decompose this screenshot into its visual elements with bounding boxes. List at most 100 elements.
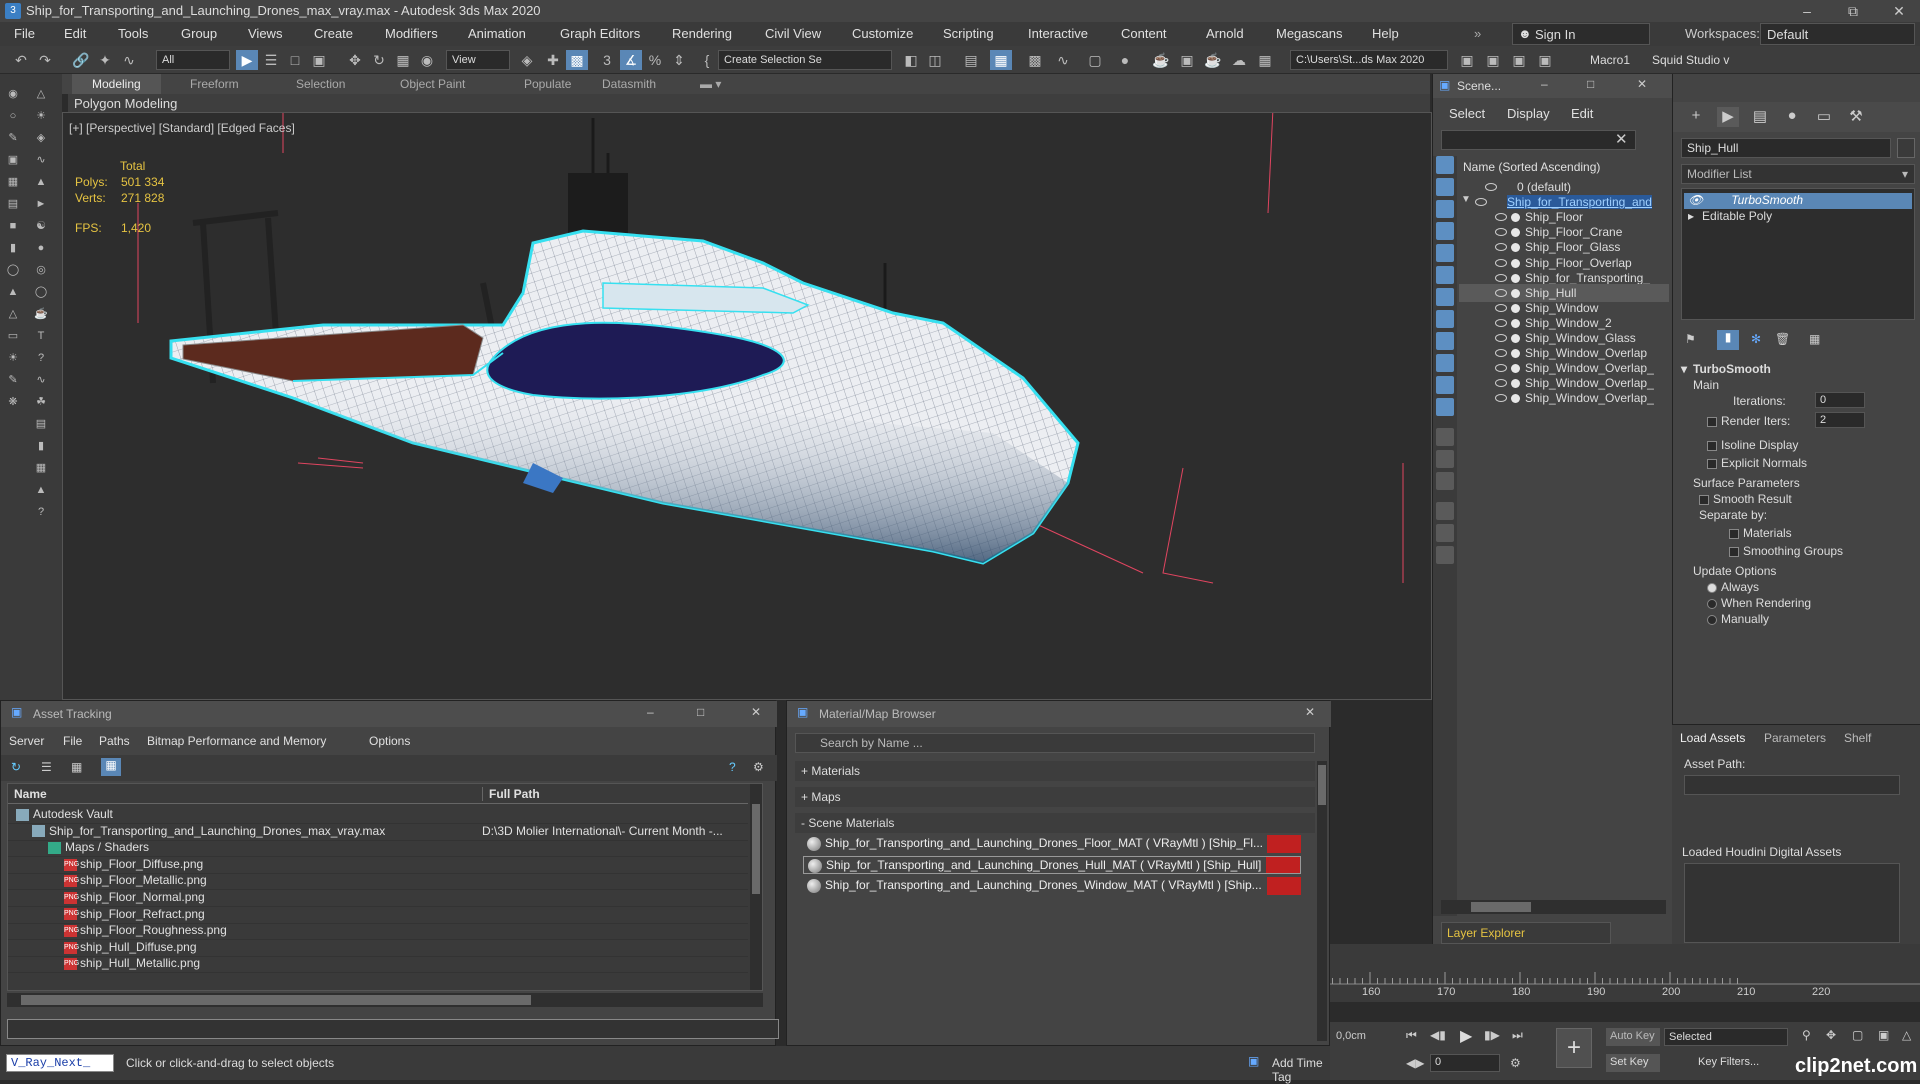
play-icon[interactable]: ▶ (1460, 1026, 1472, 1046)
particle-icon[interactable]: ❋ (4, 394, 22, 410)
torus-icon[interactable]: ◎ (32, 262, 50, 278)
systems-icon[interactable]: ▦ (4, 174, 22, 190)
render-toggle-icon[interactable] (1511, 243, 1520, 253)
text-icon[interactable]: T (32, 328, 50, 344)
cylinder-icon[interactable]: ◯ (4, 262, 22, 278)
curve-icon[interactable]: ∿ (32, 372, 50, 388)
scene-name-column-header[interactable]: Name (Sorted Ascending) (1463, 160, 1600, 174)
render-toggle-icon[interactable] (1511, 288, 1520, 298)
material-item-hull[interactable]: Ship_for_Transporting_and_Launching_Dron… (803, 856, 1301, 874)
visibility-eye-icon[interactable] (1495, 349, 1507, 358)
viewport-label[interactable]: [+] [Perspective] [Standard] [Edged Face… (69, 121, 295, 135)
loaded-assets-list[interactable] (1684, 863, 1900, 943)
mirror-icon[interactable]: ◧ (900, 50, 922, 70)
select-object-icon[interactable]: ▶ (236, 50, 258, 70)
save-folder-icon[interactable]: ▣ (1508, 50, 1530, 70)
previous-frame-icon[interactable]: ◀▮ (1430, 1028, 1446, 1042)
pin-icon[interactable]: ▲ (32, 174, 50, 190)
object-color-swatch[interactable] (1897, 138, 1915, 158)
clear-search-icon[interactable]: ✕ (1615, 130, 1628, 148)
terrain-icon[interactable]: ▲ (32, 482, 50, 498)
render-toggle-icon[interactable] (1511, 273, 1520, 283)
cone-icon[interactable]: ▲ (4, 284, 22, 300)
scrollbar-thumb[interactable] (752, 804, 760, 894)
material-item-floor[interactable]: Ship_for_Transporting_and_Launching_Dron… (803, 835, 1301, 853)
menu-content[interactable]: Content (1121, 26, 1167, 41)
asset-menu-paths[interactable]: Paths (99, 734, 130, 748)
extra-folder-icon[interactable]: ▣ (1534, 50, 1556, 70)
render-toggle-icon[interactable] (1511, 349, 1520, 359)
visibility-eye-icon[interactable] (1495, 288, 1507, 297)
display-groups-icon[interactable] (1436, 310, 1454, 328)
turbosmooth-rollout[interactable]: ▾ TurboSmooth (1681, 362, 1907, 376)
display-bones-icon[interactable] (1436, 354, 1454, 372)
menu-civil-view[interactable]: Civil View (765, 26, 821, 41)
asset-minimize-button[interactable]: – (647, 705, 654, 719)
sphere-icon[interactable]: ● (32, 240, 50, 256)
scene-search-input[interactable] (1441, 130, 1636, 150)
create-tab-icon[interactable]: + (1685, 107, 1707, 127)
remove-modifier-icon[interactable]: 🗑 (1775, 332, 1790, 346)
restore-button[interactable]: ⧉ (1830, 0, 1876, 22)
place-icon[interactable]: ◉ (416, 50, 438, 70)
scene-explorer-toggle-icon[interactable]: ▤ (960, 50, 982, 70)
door-icon[interactable]: ▮ (32, 438, 50, 454)
materials-checkbox[interactable] (1729, 528, 1739, 539)
ribbon-tab-populate[interactable]: Populate (524, 77, 571, 91)
time-config-icon[interactable]: ◀▶ (1406, 1056, 1424, 1070)
angle-snap-icon[interactable]: ∡ (620, 50, 642, 70)
sign-in-dropdown[interactable]: ☻ Sign In (1512, 23, 1650, 45)
col-path-header[interactable]: Full Path (482, 787, 540, 801)
visibility-eye-icon[interactable] (1495, 334, 1507, 342)
display-xrefs-icon[interactable] (1436, 332, 1454, 350)
display-icon[interactable]: ■ (4, 218, 22, 234)
visibility-eye-icon[interactable] (1495, 303, 1507, 312)
ribbon-options-icon[interactable]: ▬ ▾ (700, 77, 721, 91)
selection-filter-dropdown[interactable]: All (156, 50, 230, 70)
shapes-icon[interactable]: ○ (4, 108, 22, 124)
collapse-icon[interactable]: ▼ (1461, 194, 1471, 205)
move-icon[interactable]: ✥ (344, 50, 366, 70)
visibility-eye-icon[interactable] (1495, 213, 1507, 222)
table-row[interactable]: PNGship_Hull_Metallic.png (8, 953, 748, 974)
brush-icon[interactable]: ✎ (4, 372, 22, 388)
display-spacewarps-icon[interactable] (1436, 288, 1454, 306)
select-manipulate-icon[interactable]: ✚ (542, 50, 564, 70)
menu-rendering[interactable]: Rendering (672, 26, 732, 41)
layer-explorer-icon[interactable]: ▦ (990, 50, 1012, 70)
visibility-eye-icon[interactable] (1495, 228, 1507, 237)
paint-icon[interactable]: ✎ (4, 130, 22, 146)
smoothing-groups-checkbox[interactable] (1729, 546, 1739, 557)
menu-interactive[interactable]: Interactive (1028, 26, 1088, 41)
visibility-eye-icon[interactable] (1495, 243, 1507, 252)
pyramid-icon[interactable]: △ (4, 306, 22, 322)
render-toggle-icon[interactable] (1511, 379, 1520, 389)
display-invert-icon[interactable] (1436, 472, 1454, 490)
expand-icon[interactable]: ▸ (1688, 209, 1694, 223)
render-toggle-icon[interactable] (1511, 334, 1520, 343)
asset-menu-options[interactable]: Options (369, 734, 410, 748)
asset-menu-server[interactable]: Server (9, 734, 44, 748)
light-omni-icon[interactable]: ☀ (4, 350, 22, 366)
rect-selection-icon[interactable]: □ (284, 50, 306, 70)
iterations-spinner[interactable]: 0 (1815, 392, 1865, 408)
timeline[interactable]: 160 170 180 190 200 210 220 (1330, 944, 1920, 1002)
display-hidden-icon[interactable] (1436, 428, 1454, 446)
rotate-icon[interactable]: ↻ (368, 50, 390, 70)
material-item-window[interactable]: Ship_for_Transporting_and_Launching_Dron… (803, 877, 1301, 895)
reference-coordinate-dropdown[interactable]: View (446, 50, 510, 70)
visibility-eye-icon[interactable] (1495, 394, 1507, 403)
hierarchy-icon[interactable]: ▤ (4, 196, 22, 212)
auto-key-button[interactable]: Auto Key (1606, 1028, 1660, 1046)
render-toggle-icon[interactable] (1511, 213, 1520, 223)
go-to-end-icon[interactable]: ⏭ (1512, 1028, 1523, 1043)
funnel-icon[interactable] (1436, 524, 1454, 542)
ribbon-toggle-icon[interactable]: ▩ (1024, 50, 1046, 70)
ribbon-panel-title[interactable]: Polygon Modeling (74, 96, 177, 111)
field-of-view-icon[interactable]: △ (1902, 1028, 1911, 1042)
display-all-icon[interactable] (1436, 450, 1454, 468)
modifier-list-dropdown[interactable]: Modifier List ▾ (1681, 164, 1915, 184)
workspace-dropdown[interactable]: Default (1760, 23, 1915, 45)
tab-load-assets[interactable]: Load Assets (1680, 731, 1745, 745)
render-toggle-icon[interactable] (1511, 364, 1520, 374)
